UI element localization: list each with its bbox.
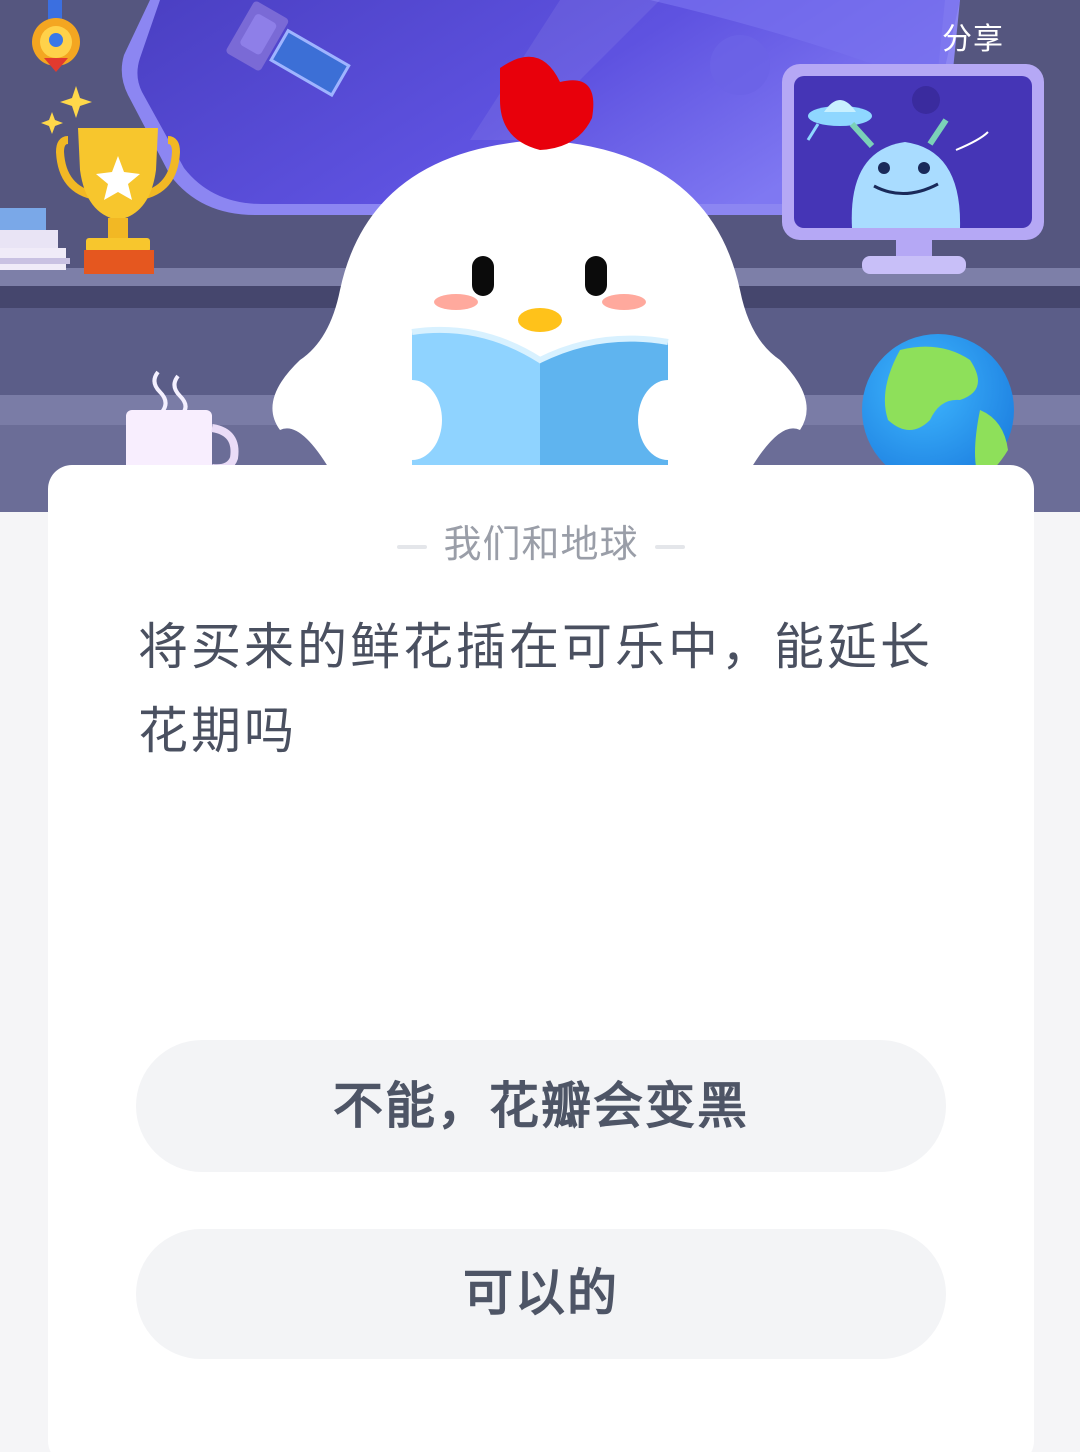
category-divider-right: [654, 544, 685, 549]
question-text: 将买来的鲜花插在可乐中，能延长花期吗: [138, 618, 933, 760]
globe-icon: [862, 334, 1014, 486]
answer-option-2[interactable]: 可以的: [136, 1229, 946, 1359]
quiz-page: 分享 我们和地球 将买来的鲜花插在可乐中，能延长花期吗 不能，花瓣会变黑 可以的: [0, 0, 1080, 1452]
category-label: 我们和地球: [443, 522, 639, 566]
question-card: 我们和地球 将买来的鲜花插在可乐中，能延长花期吗 不能，花瓣会变黑 可以的: [48, 465, 1034, 1452]
category-divider-left: [397, 544, 428, 549]
answer-option-1[interactable]: 不能，花瓣会变黑: [136, 1040, 946, 1172]
share-button[interactable]: 分享: [942, 14, 1004, 58]
header-illustration: 分享: [0, 0, 1080, 512]
question-category: 我们和地球: [48, 513, 1034, 568]
